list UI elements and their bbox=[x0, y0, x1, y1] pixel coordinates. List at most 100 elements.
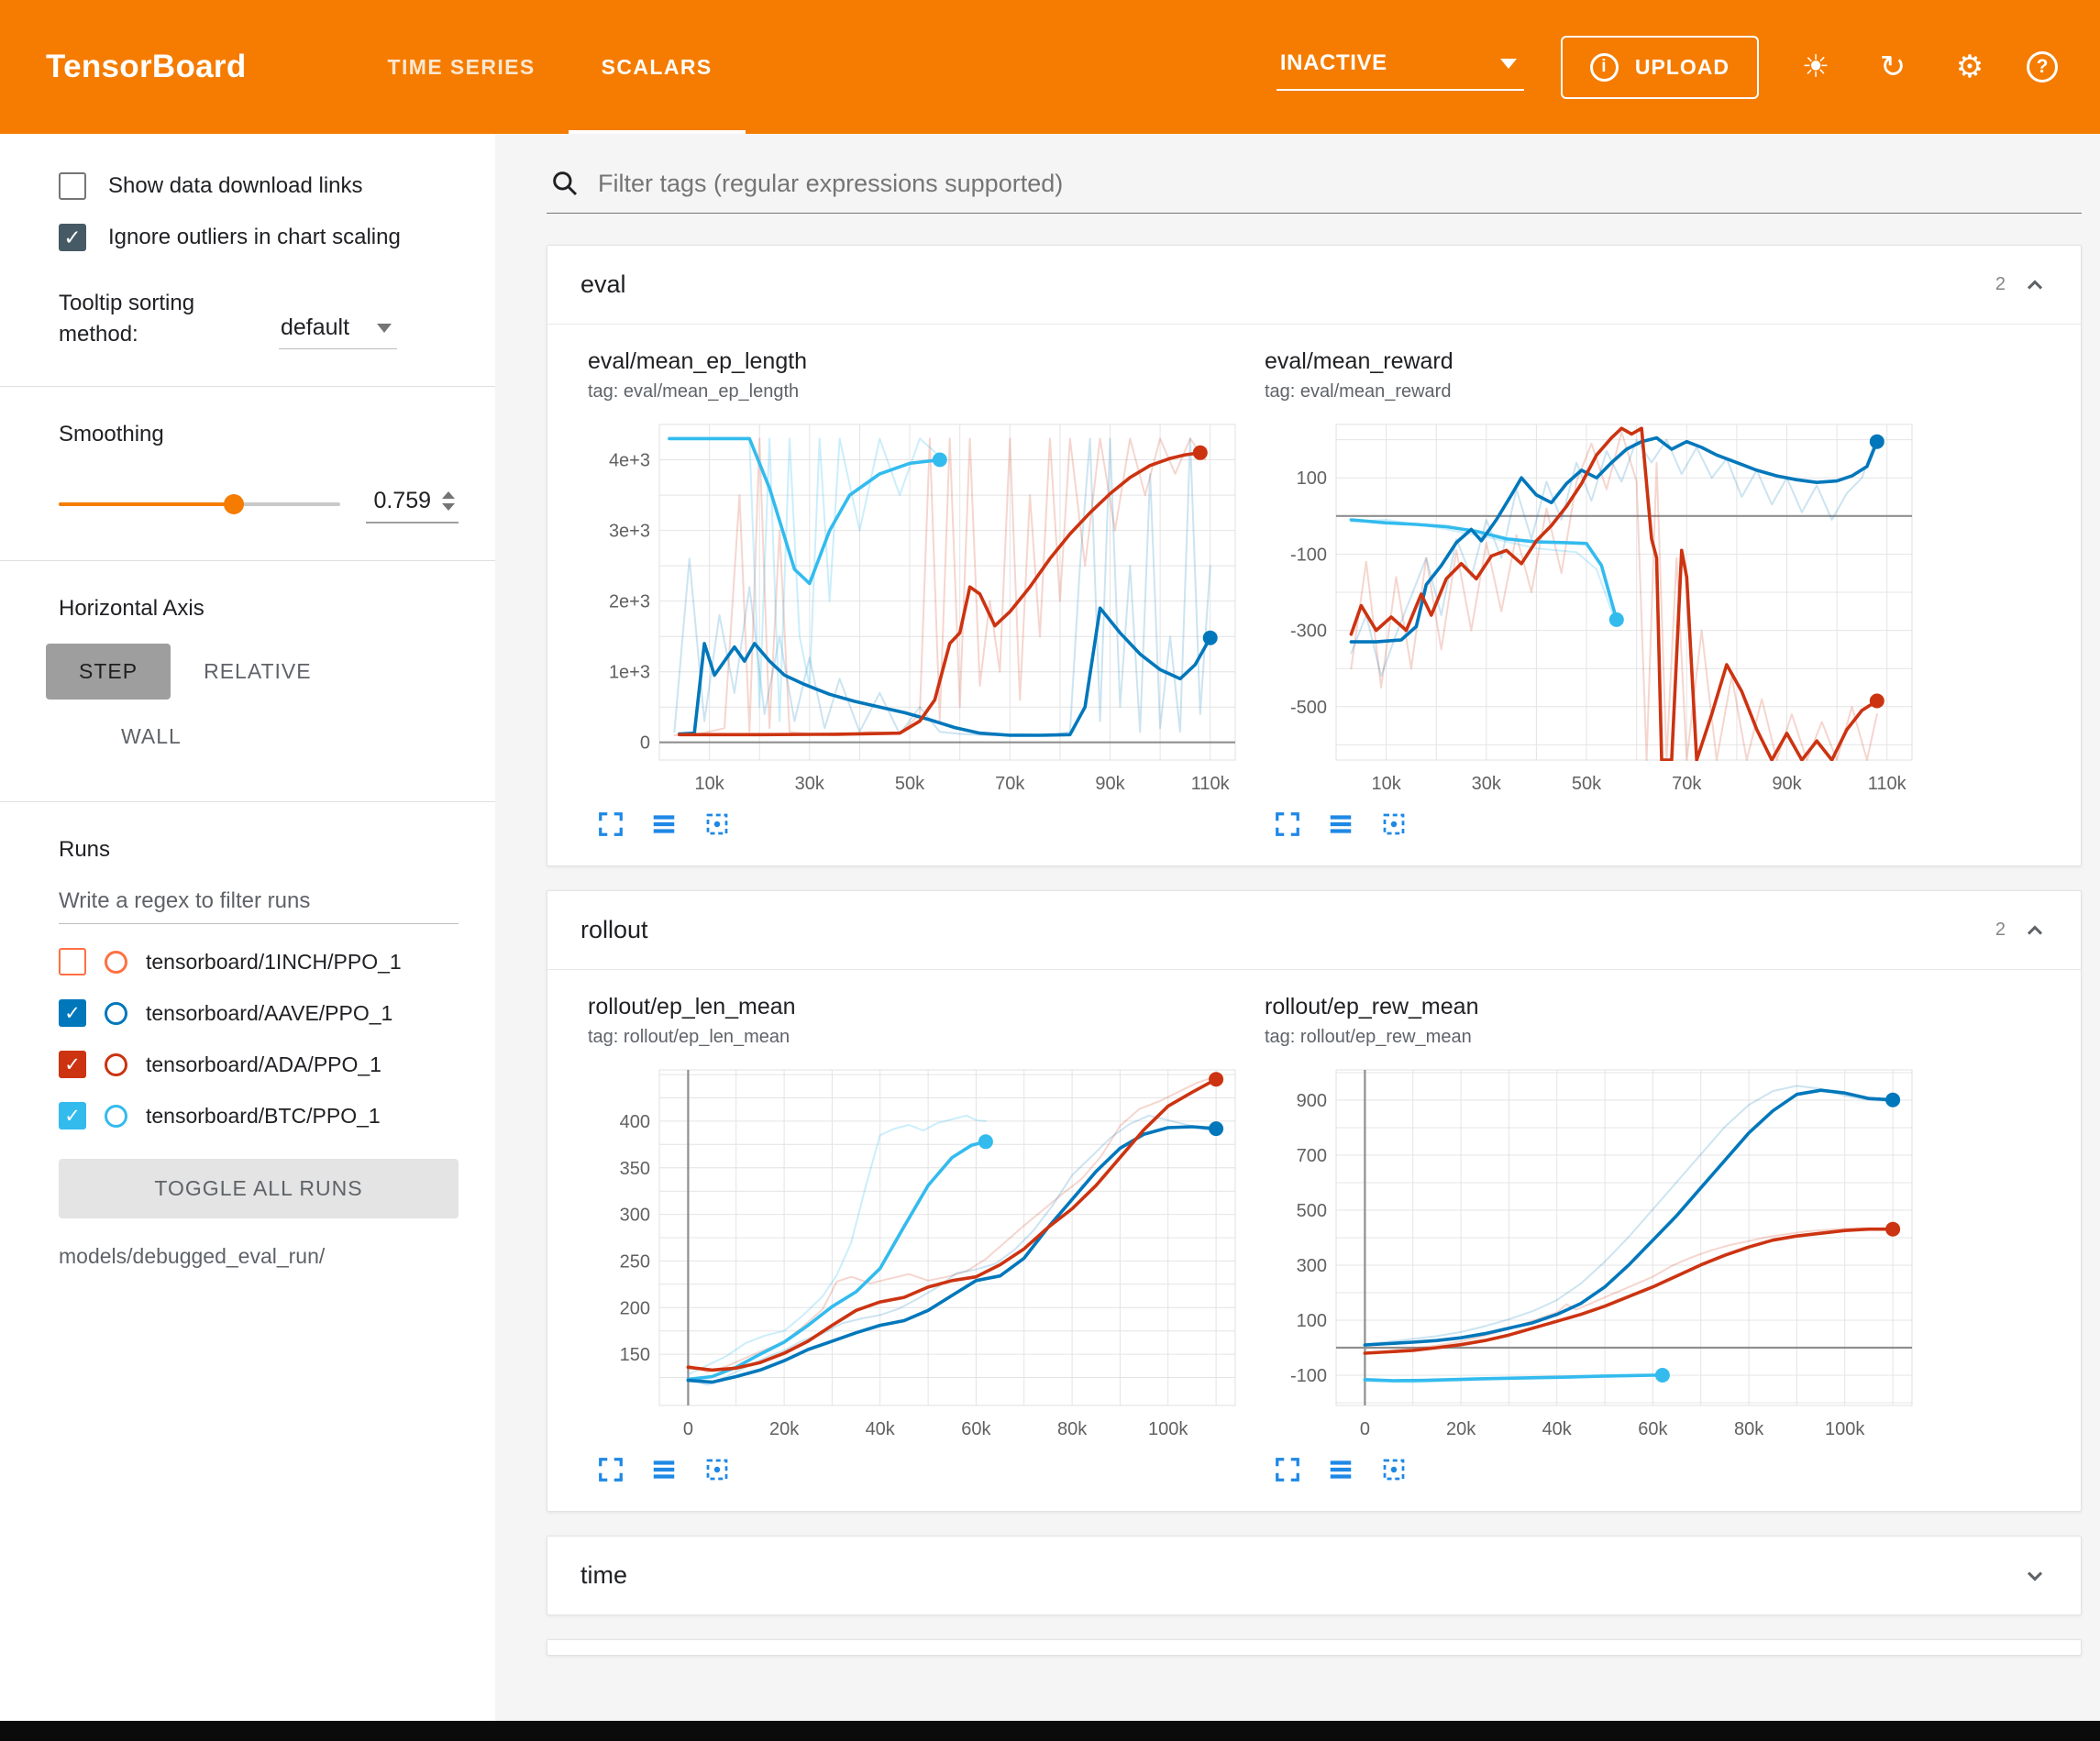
chart-tag: tag: eval/mean_reward bbox=[1265, 381, 1925, 402]
svg-text:110k: 110k bbox=[1868, 774, 1907, 794]
svg-text:80k: 80k bbox=[1734, 1419, 1764, 1439]
show-download-links-row[interactable]: Show data download links bbox=[59, 172, 471, 200]
bottom-bar bbox=[0, 1721, 2100, 1741]
expand-chart-icon[interactable] bbox=[1274, 1456, 1301, 1483]
expand-chart-icon[interactable] bbox=[1274, 810, 1301, 838]
tab-scalars[interactable]: SCALARS bbox=[569, 0, 746, 134]
svg-text:50k: 50k bbox=[895, 774, 925, 794]
run-color-swatch[interactable] bbox=[105, 951, 127, 974]
section-card-rollout: rollout 2 rollout/ep_len_mean tag: rollo… bbox=[547, 890, 2082, 1512]
sidebar-divider bbox=[0, 560, 495, 561]
fit-domain-icon[interactable] bbox=[1380, 810, 1408, 838]
fit-domain-icon[interactable] bbox=[1380, 1456, 1408, 1483]
chart-title: eval/mean_reward bbox=[1265, 348, 1925, 375]
smoothing-slider[interactable] bbox=[59, 502, 340, 506]
smoothing-value-field[interactable]: 0.759 bbox=[366, 484, 459, 523]
svg-text:90k: 90k bbox=[1095, 774, 1125, 794]
help-icon[interactable]: ? bbox=[2027, 51, 2058, 83]
chart-canvas[interactable]: -100100300500700900020k40k60k80k100k bbox=[1265, 1059, 1925, 1449]
svg-text:900: 900 bbox=[1297, 1091, 1327, 1111]
smoothing-stepper[interactable] bbox=[442, 491, 455, 511]
status-dropdown-value: INACTIVE bbox=[1280, 50, 1387, 76]
fit-domain-icon[interactable] bbox=[703, 810, 731, 838]
checkbox-label: Show data download links bbox=[108, 173, 363, 199]
run-row-aave[interactable]: ✓ tensorboard/AAVE/PPO_1 bbox=[59, 999, 477, 1027]
app-title: TensorBoard bbox=[46, 49, 247, 85]
toggle-all-runs-button[interactable]: TOGGLE ALL RUNS bbox=[59, 1159, 459, 1218]
upload-button[interactable]: i UPLOAD bbox=[1561, 36, 1759, 99]
svg-text:700: 700 bbox=[1297, 1146, 1327, 1166]
section-header-eval[interactable]: eval 2 bbox=[547, 246, 2081, 325]
content-layout: Show data download links ✓ Ignore outlie… bbox=[0, 134, 2100, 1721]
chevron-up-icon[interactable] bbox=[2022, 272, 2048, 298]
run-row-btc[interactable]: ✓ tensorboard/BTC/PPO_1 bbox=[59, 1102, 477, 1129]
svg-text:300: 300 bbox=[620, 1206, 650, 1226]
svg-text:40k: 40k bbox=[1542, 1419, 1573, 1439]
dashboard-main: eval 2 eval/mean_ep_length tag: eval/mea… bbox=[495, 134, 2100, 1721]
axis-step-button[interactable]: STEP bbox=[46, 644, 171, 700]
tab-time-series[interactable]: TIME SERIES bbox=[355, 0, 569, 134]
svg-text:350: 350 bbox=[620, 1159, 650, 1179]
chevron-down-icon[interactable] bbox=[2022, 1563, 2048, 1589]
run-checkbox[interactable]: ✓ bbox=[59, 999, 86, 1027]
svg-text:0: 0 bbox=[640, 733, 650, 754]
upload-button-label: UPLOAD bbox=[1635, 55, 1730, 80]
settings-gear-icon[interactable]: ⚙ bbox=[1950, 51, 1990, 83]
svg-text:-500: -500 bbox=[1290, 698, 1327, 718]
chart-canvas[interactable]: 150200250300350400020k40k60k80k100k bbox=[588, 1059, 1248, 1449]
svg-text:100k: 100k bbox=[1148, 1419, 1188, 1439]
svg-text:0: 0 bbox=[683, 1419, 693, 1439]
section-title: time bbox=[580, 1561, 627, 1590]
svg-text:3e+3: 3e+3 bbox=[609, 522, 650, 542]
run-label: tensorboard/AAVE/PPO_1 bbox=[146, 1001, 392, 1026]
data-table-icon[interactable] bbox=[650, 1456, 678, 1483]
svg-text:100: 100 bbox=[1297, 1311, 1327, 1331]
svg-text:50k: 50k bbox=[1572, 774, 1602, 794]
stepper-up-icon[interactable] bbox=[442, 491, 455, 499]
expand-chart-icon[interactable] bbox=[597, 1456, 624, 1483]
stepper-down-icon[interactable] bbox=[442, 503, 455, 511]
fit-domain-icon[interactable] bbox=[703, 1456, 731, 1483]
topbar-actions: INACTIVE i UPLOAD ☀ ↻ ⚙ ? bbox=[1277, 36, 2058, 99]
ignore-outliers-checkbox[interactable]: ✓ bbox=[59, 224, 86, 251]
chart-toolbar bbox=[597, 810, 1248, 838]
data-table-icon[interactable] bbox=[1327, 1456, 1354, 1483]
run-checkbox[interactable] bbox=[59, 948, 86, 975]
run-checkbox[interactable]: ✓ bbox=[59, 1051, 86, 1078]
data-table-icon[interactable] bbox=[650, 810, 678, 838]
ignore-outliers-row[interactable]: ✓ Ignore outliers in chart scaling bbox=[59, 224, 471, 251]
svg-text:90k: 90k bbox=[1772, 774, 1802, 794]
section-header-rollout[interactable]: rollout 2 bbox=[547, 891, 2081, 970]
brightness-icon[interactable]: ☀ bbox=[1796, 51, 1836, 83]
run-row-1inch[interactable]: tensorboard/1INCH/PPO_1 bbox=[59, 948, 477, 975]
axis-relative-button[interactable]: RELATIVE bbox=[171, 644, 345, 700]
chart-tag: tag: eval/mean_ep_length bbox=[588, 381, 1248, 402]
chart-eval-mean-reward: eval/mean_reward tag: eval/mean_reward 1… bbox=[1265, 348, 1925, 838]
axis-wall-button[interactable]: WALL bbox=[88, 709, 215, 765]
refresh-icon[interactable]: ↻ bbox=[1873, 51, 1913, 83]
chart-rollout-ep-len-mean: rollout/ep_len_mean tag: rollout/ep_len_… bbox=[588, 994, 1248, 1483]
svg-text:110k: 110k bbox=[1191, 774, 1231, 794]
data-table-icon[interactable] bbox=[1327, 810, 1354, 838]
tooltip-sorting-dropdown[interactable]: default bbox=[279, 314, 397, 349]
expand-chart-icon[interactable] bbox=[597, 810, 624, 838]
smoothing-slider-fill bbox=[59, 502, 234, 506]
run-row-ada[interactable]: ✓ tensorboard/ADA/PPO_1 bbox=[59, 1051, 477, 1078]
section-header-time[interactable]: time bbox=[547, 1537, 2081, 1614]
show-download-links-checkbox[interactable] bbox=[59, 172, 86, 200]
status-dropdown[interactable]: INACTIVE bbox=[1277, 43, 1524, 91]
run-color-swatch[interactable] bbox=[105, 1002, 127, 1025]
run-checkbox[interactable]: ✓ bbox=[59, 1102, 86, 1129]
run-color-swatch[interactable] bbox=[105, 1053, 127, 1076]
runs-filter-input[interactable] bbox=[59, 885, 459, 924]
smoothing-slider-handle[interactable] bbox=[224, 494, 244, 514]
tab-bar: TIME SERIES SCALARS bbox=[355, 0, 746, 134]
search-icon bbox=[550, 169, 580, 198]
tag-filter-input[interactable] bbox=[598, 170, 2078, 198]
tooltip-sorting-row: Tooltip sorting method: default bbox=[59, 288, 459, 349]
chevron-up-icon[interactable] bbox=[2022, 918, 2048, 943]
svg-text:-100: -100 bbox=[1290, 545, 1327, 565]
chart-canvas[interactable]: 01e+32e+33e+34e+310k30k50k70k90k110k bbox=[588, 413, 1248, 803]
run-color-swatch[interactable] bbox=[105, 1105, 127, 1128]
chart-canvas[interactable]: 100-100-300-50010k30k50k70k90k110k bbox=[1265, 413, 1925, 803]
